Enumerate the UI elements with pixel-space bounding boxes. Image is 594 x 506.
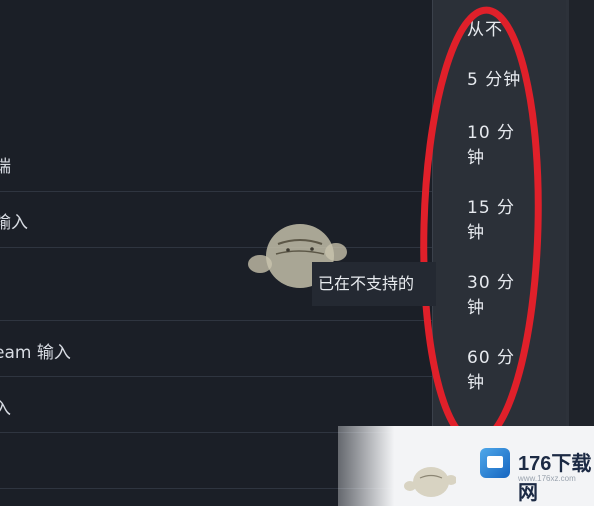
site-watermark: 176下载网 www.176xz.com <box>338 426 594 506</box>
menu-item-label: 15 分 <box>467 198 516 218</box>
setting-row[interactable]: 端 <box>0 152 432 178</box>
menu-item-label-cont: 钟 <box>467 148 485 168</box>
menu-item-label: 5 分钟 <box>467 70 522 90</box>
menu-item-label-cont: 钟 <box>467 298 485 318</box>
watermark-url: www.176xz.com <box>518 474 576 483</box>
menu-item-label: 从不 <box>467 20 503 40</box>
divider <box>0 247 432 248</box>
menu-item-label-cont: 钟 <box>467 223 485 243</box>
setting-row-label: 入 <box>0 399 11 419</box>
site-logo-icon <box>480 448 510 478</box>
menu-item-15-minutes[interactable]: 15 分 钟 <box>467 196 533 246</box>
menu-item-5-minutes[interactable]: 5 分钟 <box>467 68 533 93</box>
menu-item-30-minutes[interactable]: 30 分 钟 <box>467 271 533 321</box>
menu-item-10-minutes[interactable]: 10 分 钟 <box>467 121 533 171</box>
dropdown-menu: 从不 5 分钟 10 分 钟 15 分 钟 30 分 钟 60 分 钟 <box>432 0 567 426</box>
setting-row-label: eam 输入 <box>0 343 71 363</box>
menu-item-label: 60 分 <box>467 348 516 368</box>
divider <box>0 376 432 377</box>
setting-row[interactable]: eam 输入 <box>0 338 432 364</box>
setting-row-label: 端 <box>0 157 11 177</box>
menu-item-label-cont: 钟 <box>467 373 485 393</box>
menu-item-never[interactable]: 从不 <box>467 18 533 43</box>
toast-notification: 已在不支持的 <box>312 262 436 306</box>
menu-item-60-minutes[interactable]: 60 分 钟 <box>467 346 533 396</box>
setting-row[interactable]: 入 <box>0 394 432 420</box>
divider <box>0 191 432 192</box>
menu-item-label: 30 分 <box>467 273 516 293</box>
menu-item-label: 10 分 <box>467 123 516 143</box>
setting-row-label: 输入 <box>0 213 28 233</box>
setting-row[interactable]: 输入 <box>0 208 432 234</box>
watermark-mascot-icon <box>404 467 456 497</box>
divider <box>0 320 432 321</box>
toast-text: 已在不支持的 <box>318 274 415 293</box>
